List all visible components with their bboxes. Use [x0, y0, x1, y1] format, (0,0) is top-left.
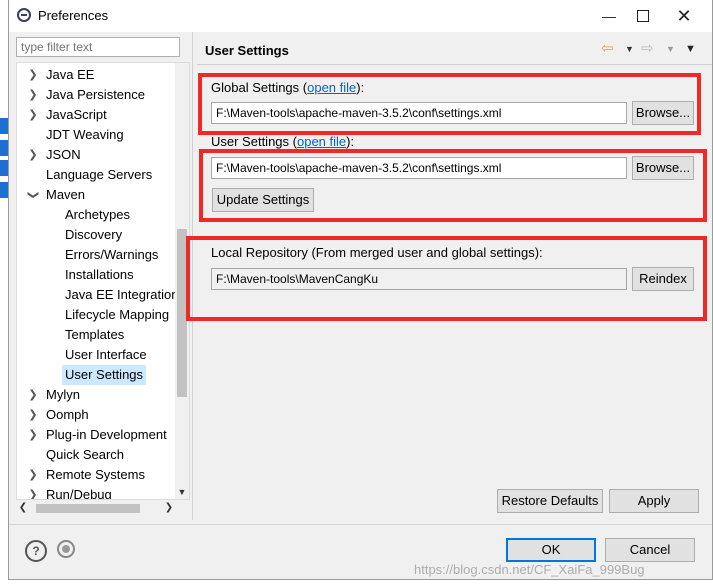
background-selection-fragment: [0, 140, 8, 156]
cancel-button[interactable]: Cancel: [605, 538, 695, 562]
chevron-right-icon[interactable]: ❯: [27, 65, 39, 85]
chevron-right-icon[interactable]: ❯: [27, 385, 39, 405]
footer-separator: [9, 524, 712, 525]
tree-item-mylyn[interactable]: Mylyn: [46, 385, 80, 405]
chevron-right-icon[interactable]: ❯: [27, 405, 39, 425]
user-settings-label-text: User Settings (: [211, 134, 297, 149]
forward-arrow-icon[interactable]: ⇨: [641, 40, 654, 58]
close-icon: ✕: [676, 5, 692, 26]
header-separator: [197, 64, 712, 65]
background-selection-fragment: [0, 182, 8, 198]
tree-item-user-settings[interactable]: User Settings: [62, 365, 147, 385]
tree-item-javascript[interactable]: JavaScript: [46, 105, 107, 125]
background-selection-fragment: [0, 118, 8, 134]
maximize-button[interactable]: [623, 3, 663, 29]
window-title: Preferences: [38, 8, 109, 23]
record-macro-icon[interactable]: [57, 540, 75, 558]
tree-item-installations[interactable]: Installations: [65, 265, 134, 285]
tree-item-jdt-weaving[interactable]: JDT Weaving: [46, 125, 124, 145]
back-dropdown-icon[interactable]: ▼: [625, 40, 634, 58]
apply-button[interactable]: Apply: [609, 489, 699, 513]
title-bar: Preferences — ✕: [9, 0, 712, 32]
scroll-left-icon[interactable]: ❮: [16, 500, 30, 516]
tree-item-maven[interactable]: Maven: [46, 185, 85, 205]
chevron-right-icon[interactable]: ❯: [27, 485, 39, 499]
tree-item-language-servers[interactable]: Language Servers: [46, 165, 152, 185]
scroll-right-icon[interactable]: ❯: [162, 500, 176, 516]
tree-item-java-ee-integration[interactable]: Java EE Integration: [65, 285, 178, 305]
user-settings-label-suffix: ):: [346, 134, 355, 149]
background-selection-fragment: [0, 160, 8, 176]
chevron-right-icon[interactable]: ❯: [27, 85, 39, 105]
user-settings-label: User Settings (open file):: [211, 134, 354, 149]
eclipse-app-icon: [17, 8, 31, 22]
view-menu-icon[interactable]: ▼: [685, 40, 696, 58]
chevron-right-icon[interactable]: ❯: [27, 465, 39, 485]
tree-item-discovery[interactable]: Discovery: [65, 225, 122, 245]
watermark-text: https://blog.csdn.net/CF_XaiFa_999Bug: [414, 562, 645, 577]
tree-item-templates[interactable]: Templates: [65, 325, 124, 345]
restore-defaults-button[interactable]: Restore Defaults: [497, 489, 603, 513]
preferences-tree[interactable]: ❯ Java EE ❯ Java Persistence ❯ JavaScrip…: [16, 62, 190, 500]
preferences-dialog: Preferences — ✕ ❯ Java EE ❯ Java Persist…: [8, 0, 713, 580]
minimize-icon: —: [602, 8, 616, 24]
tree-item-remote-systems[interactable]: Remote Systems: [46, 465, 145, 485]
tree-item-user-interface[interactable]: User Interface: [65, 345, 147, 365]
scrollbar-thumb[interactable]: [36, 504, 140, 513]
tree-item-quick-search[interactable]: Quick Search: [46, 445, 124, 465]
tree-item-json[interactable]: JSON: [46, 145, 81, 165]
filter-input[interactable]: [16, 37, 180, 57]
page-title: User Settings: [205, 43, 289, 58]
chevron-right-icon[interactable]: ❯: [27, 145, 39, 165]
tree-item-errors-warnings[interactable]: Errors/Warnings: [65, 245, 158, 265]
tree-item-oomph[interactable]: Oomph: [46, 405, 89, 425]
chevron-right-icon[interactable]: ❯: [27, 425, 39, 445]
ok-button[interactable]: OK: [506, 538, 596, 562]
close-button[interactable]: ✕: [664, 3, 704, 29]
tree-item-plugin-development[interactable]: Plug-in Development: [46, 425, 167, 445]
annotation-box-user: [199, 149, 707, 222]
tree-horizontal-scrollbar[interactable]: ❮ ❯: [16, 500, 176, 516]
help-icon[interactable]: ?: [25, 540, 47, 562]
tree-item-run-debug[interactable]: Run/Debug: [46, 485, 112, 499]
background-window-edge: [0, 0, 8, 587]
annotation-box-global: [198, 73, 701, 135]
forward-dropdown-icon[interactable]: ▼: [666, 40, 675, 58]
annotation-box-local-repo: [186, 236, 707, 321]
back-arrow-icon[interactable]: ⇦: [601, 40, 614, 58]
tree-item-java-persistence[interactable]: Java Persistence: [46, 85, 145, 105]
chevron-right-icon[interactable]: ❯: [27, 105, 39, 125]
user-open-file-link[interactable]: open file: [297, 134, 346, 149]
tree-item-lifecycle-mapping[interactable]: Lifecycle Mapping: [65, 305, 169, 325]
chevron-down-icon[interactable]: ❯: [23, 189, 43, 201]
tree-item-archetypes[interactable]: Archetypes: [65, 205, 130, 225]
scroll-down-icon[interactable]: ▼: [175, 485, 189, 499]
tree-item-java-ee[interactable]: Java EE: [46, 65, 94, 85]
maximize-icon: [637, 10, 649, 22]
